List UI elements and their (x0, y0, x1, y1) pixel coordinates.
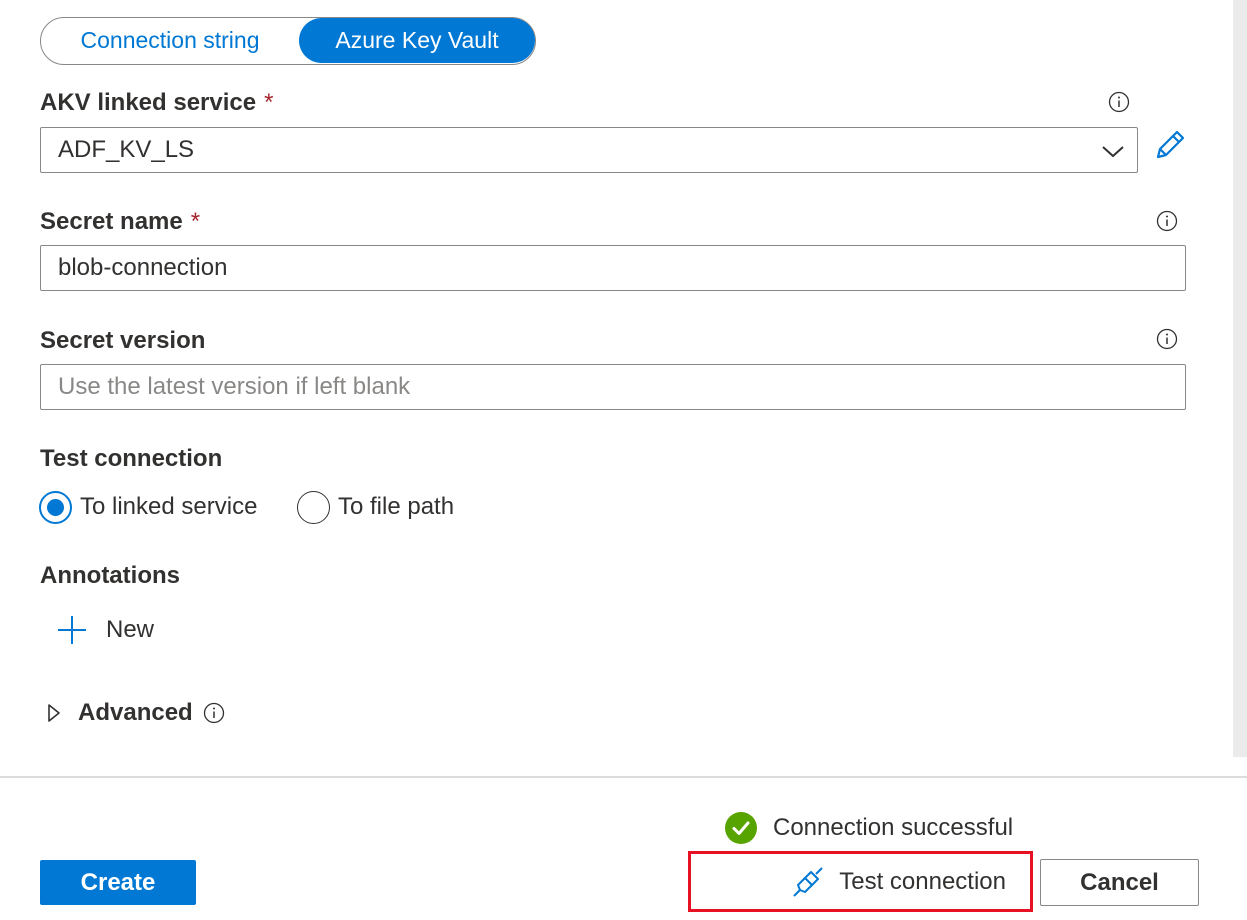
radio-to-linked-service-label: To linked service (80, 493, 258, 520)
annotations-label: Annotations (40, 562, 180, 589)
secret-version-input[interactable]: Use the latest version if left blank (40, 364, 1186, 410)
auth-type-toggle: Connection string Azure Key Vault (40, 17, 536, 65)
cancel-button[interactable]: Cancel (1040, 859, 1199, 906)
akv-linked-service-label: AKV linked service * (40, 89, 273, 117)
secret-name-input[interactable]: blob-connection (40, 245, 1186, 291)
info-icon[interactable] (1108, 91, 1130, 113)
required-mark: * (264, 89, 274, 116)
toggle-connection-string[interactable]: Connection string (41, 18, 299, 63)
akv-linked-service-dropdown[interactable]: ADF_KV_LS (40, 127, 1138, 173)
connection-status-text: Connection successful (773, 814, 1014, 841)
chevron-down-icon (1101, 140, 1125, 160)
secret-name-label-text: Secret name (40, 208, 183, 235)
footer-divider (0, 776, 1247, 778)
advanced-expander[interactable]: Advanced (46, 693, 225, 733)
test-connection-button[interactable]: Test connection (691, 854, 1030, 909)
test-connection-label: Test connection (40, 445, 223, 472)
secret-version-label: Secret version (40, 327, 206, 354)
new-annotation-button[interactable]: New (56, 610, 154, 650)
toggle-azure-key-vault[interactable]: Azure Key Vault (299, 18, 535, 63)
new-annotation-label: New (106, 616, 155, 643)
info-icon[interactable] (203, 702, 225, 724)
create-button[interactable]: Create (40, 860, 196, 905)
edit-pencil-icon[interactable] (1152, 127, 1188, 163)
info-icon[interactable] (1156, 328, 1178, 350)
connection-status: Connection successful (725, 808, 1013, 848)
plug-icon (793, 866, 823, 897)
akv-linked-service-label-text: AKV linked service (40, 89, 257, 116)
radio-to-linked-service[interactable]: To linked service (39, 487, 257, 527)
radio-checked-icon (39, 490, 72, 524)
required-mark: * (190, 208, 201, 235)
secret-name-value: blob-connection (58, 254, 228, 281)
secret-name-label: Secret name * (40, 208, 200, 236)
caret-right-icon (48, 704, 60, 722)
secret-version-placeholder: Use the latest version if left blank (58, 373, 411, 400)
info-icon[interactable] (1156, 210, 1178, 232)
advanced-label: Advanced (78, 699, 193, 726)
test-connection-label: Test connection (839, 867, 1006, 895)
scrollbar[interactable] (1233, 0, 1247, 757)
plus-icon (58, 616, 86, 644)
check-circle-icon (725, 812, 757, 844)
radio-to-file-path-label: To file path (338, 493, 455, 520)
radio-unchecked-icon (297, 490, 330, 524)
radio-to-file-path[interactable]: To file path (297, 487, 454, 527)
akv-linked-service-value: ADF_KV_LS (58, 136, 195, 163)
